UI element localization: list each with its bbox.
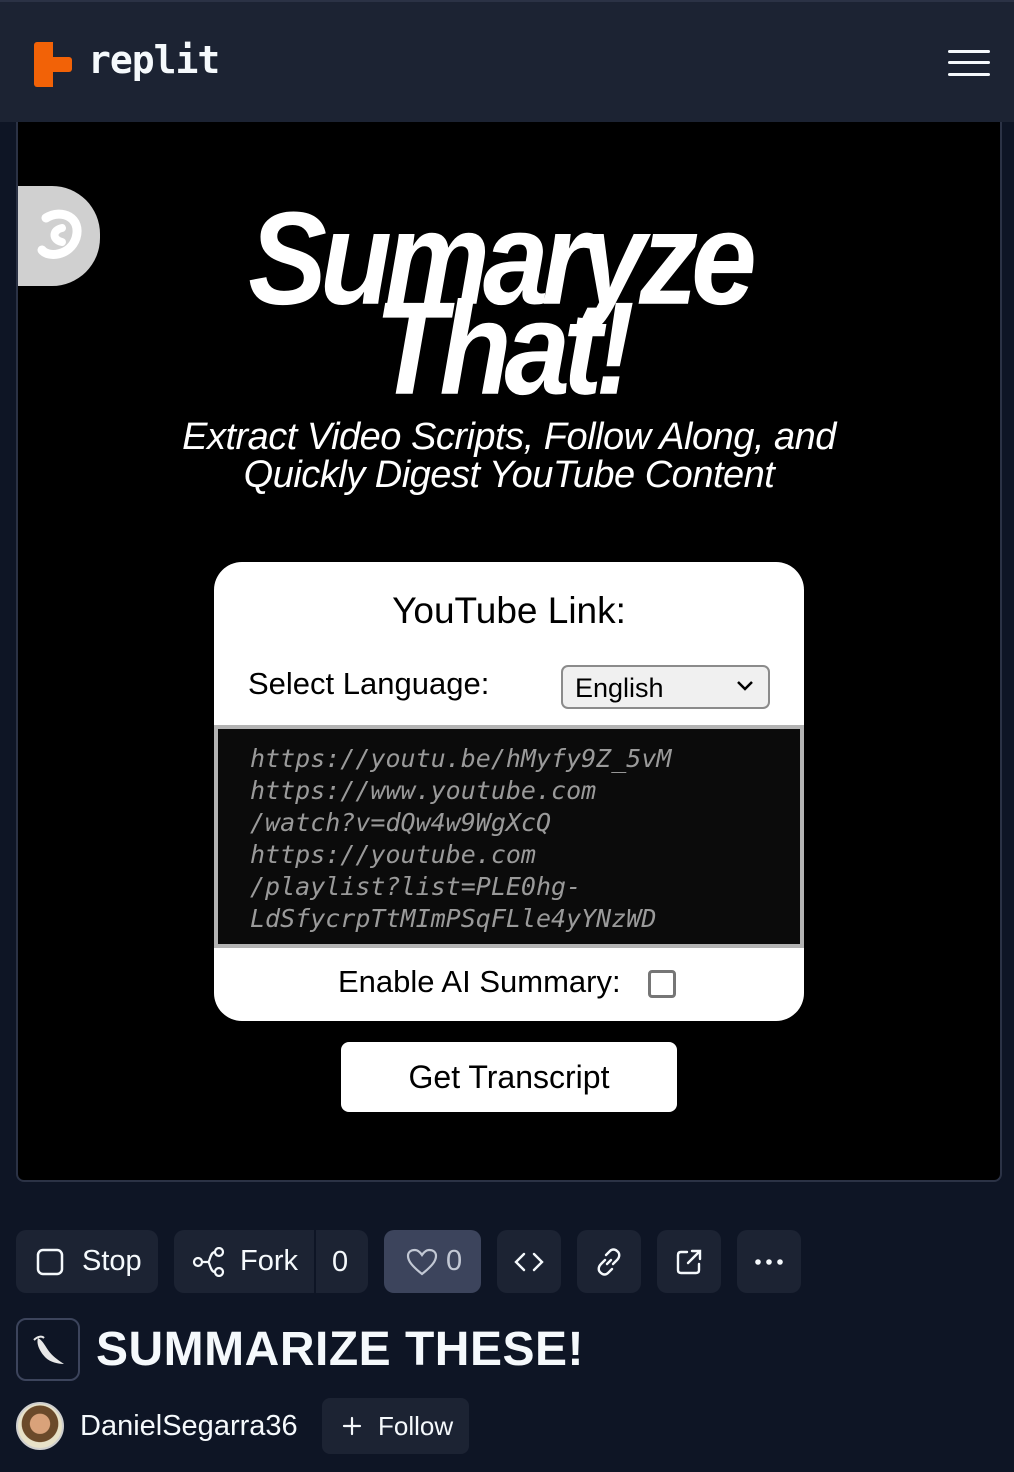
flask-icon [16,1318,80,1381]
input-card: YouTube Link: Select Language: English h… [214,562,804,1021]
app-subtitle-line2: Quickly Digest YouTube Content [243,454,775,496]
ai-summary-checkbox[interactable] [648,970,676,998]
plus-icon [342,1416,362,1436]
language-label: Select Language: [248,666,490,701]
repl-title: SUMMARIZE THESE! [96,1323,584,1376]
fork-icon [192,1246,225,1277]
open-new-tab-button[interactable] [657,1230,721,1293]
app-subtitle-line1: Extract Video Scripts, Follow Along, and [182,416,836,458]
like-count: 0 [446,1245,463,1277]
stop-label: Stop [82,1245,142,1277]
link-icon [597,1247,621,1276]
like-button[interactable]: 0 [384,1230,481,1293]
fork-count: 0 [332,1246,349,1278]
top-header: replit [0,0,1014,122]
fork-divider [314,1230,316,1293]
get-transcript-button[interactable]: Get Transcript [341,1042,677,1112]
ai-summary-label: Enable AI Summary: [338,964,621,999]
author-username[interactable]: DanielSegarra36 [80,1410,298,1443]
stop-icon [36,1248,64,1275]
fork-label: Fork [240,1245,298,1277]
heart-icon [406,1248,438,1275]
external-link-icon [676,1249,702,1274]
replit-logo-icon[interactable] [34,42,72,87]
youtube-link-heading: YouTube Link: [392,590,626,631]
more-options-button[interactable] [737,1230,801,1293]
follow-button[interactable]: Follow [322,1398,469,1454]
app-preview-frame: Sumaryze That! Extract Video Scripts, Fo… [16,122,1002,1182]
follow-label: Follow [378,1410,454,1441]
fork-button[interactable]: Fork 0 [174,1230,368,1293]
copy-link-button[interactable] [577,1230,641,1293]
hamburger-menu-icon[interactable] [946,48,992,78]
brand-name[interactable]: replit [88,38,220,82]
language-selected-value: English [575,673,664,703]
code-button[interactable] [497,1230,561,1293]
app-title-line2: That! [374,275,634,423]
code-icon [514,1252,544,1271]
more-icon [755,1258,783,1265]
language-select[interactable]: English [561,665,770,709]
author-avatar[interactable] [16,1402,64,1450]
youtube-url-textarea[interactable]: https://youtu.be/hMyfy9Z_5vM https://www… [214,725,804,948]
chevron-down-icon [737,681,753,691]
stop-button[interactable]: Stop [16,1230,158,1293]
